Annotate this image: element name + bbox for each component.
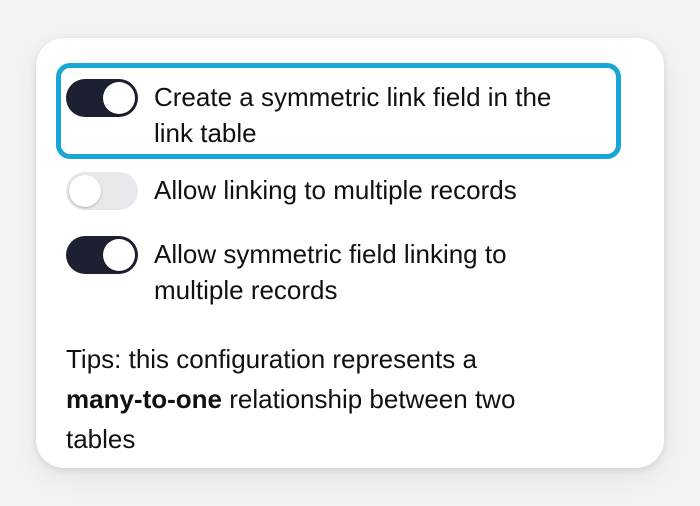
- symmetric-link-toggle[interactable]: [66, 79, 138, 117]
- tips-bold: many-to-one: [66, 384, 222, 414]
- toggle-knob: [69, 175, 101, 207]
- toggle-knob: [103, 239, 135, 271]
- tips-line-2: many-to-one relationship between two: [66, 379, 626, 419]
- multiple-records-toggle[interactable]: [66, 172, 138, 210]
- tips-suffix: relationship between two: [222, 384, 516, 414]
- label-line-1: Allow linking to multiple records: [154, 175, 517, 205]
- multiple-records-label: Allow linking to multiple records: [154, 172, 517, 208]
- label-line-1: Create a symmetric link field in the: [154, 82, 552, 112]
- symmetric-multiple-label: Allow symmetric field linking to multipl…: [154, 236, 507, 308]
- label-line-2: multiple records: [154, 275, 338, 305]
- toggle-knob: [103, 82, 135, 114]
- tips-line-3: tables: [66, 424, 136, 454]
- symmetric-link-label: Create a symmetric link field in the lin…: [154, 79, 551, 151]
- label-line-2: link table: [154, 118, 257, 148]
- tips-line-1: Tips: this configuration represents a: [66, 344, 477, 374]
- label-line-1: Allow symmetric field linking to: [154, 239, 507, 269]
- tips-text: Tips: this configuration represents a ma…: [66, 339, 626, 459]
- symmetric-multiple-toggle[interactable]: [66, 236, 138, 274]
